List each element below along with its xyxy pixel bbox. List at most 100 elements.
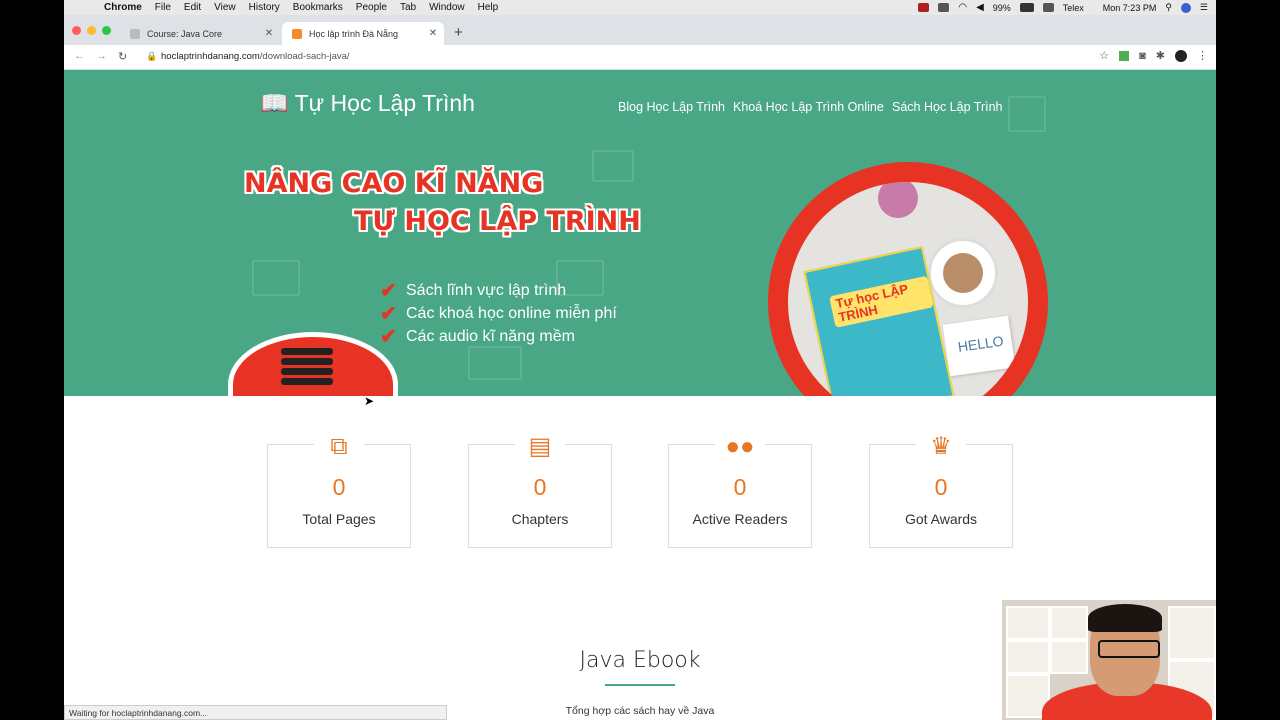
- file-text-icon: ▤: [515, 431, 565, 463]
- lock-icon[interactable]: 🔒: [146, 51, 157, 62]
- menu-kebab-icon[interactable]: ⋮: [1197, 49, 1208, 62]
- stat-label: Got Awards: [904, 511, 978, 527]
- stat-label: Chapters: [511, 511, 569, 527]
- decorative-book-icon: [252, 260, 300, 296]
- decorative-book-icon: [468, 346, 522, 380]
- menu-people[interactable]: People: [356, 2, 387, 13]
- browser-tabbar: Course: Java Core ✕ Học lập trình Đà Nẵn…: [64, 15, 1216, 45]
- stat-label: Active Readers: [692, 511, 788, 527]
- checkmark-icon: ✔: [380, 326, 397, 348]
- input-method-label[interactable]: Telex: [1063, 3, 1084, 13]
- clock[interactable]: Mon 7:23 PM: [1103, 3, 1157, 13]
- new-tab-plus-icon[interactable]: +: [454, 24, 463, 41]
- stat-value: 0: [733, 474, 747, 500]
- tab-course-java-core[interactable]: Course: Java Core ✕: [120, 22, 280, 45]
- stat-label: Total Pages: [302, 511, 376, 527]
- book-stack-icon: [281, 348, 333, 390]
- book-icon: 📖: [260, 90, 289, 116]
- battery-percent: 99%: [992, 2, 1011, 13]
- hero-image-frame: HELLO Tự học LẬP TRÌNH: [768, 162, 1048, 396]
- siri-icon[interactable]: [1180, 2, 1191, 13]
- hero-image: HELLO Tự học LẬP TRÌNH: [788, 182, 1028, 396]
- url-path: /download-sach-java/: [259, 51, 350, 62]
- wifi-icon[interactable]: ◠: [958, 2, 967, 13]
- tab-title: Course: Java Core: [147, 28, 223, 39]
- extension-icon[interactable]: [1119, 50, 1130, 61]
- menubar-status-area: ◠ ◀ 99% Telex Mon 7:23 PM ⚲ ☰: [918, 0, 1208, 15]
- notification-center-icon[interactable]: ☰: [1200, 2, 1208, 13]
- back-arrow-icon[interactable]: ←: [74, 50, 85, 62]
- stat-value: 0: [533, 474, 547, 500]
- hello-card-text: HELLO: [956, 332, 1005, 355]
- window-controls: [72, 26, 111, 35]
- hello-card: HELLO: [942, 315, 1016, 377]
- spotlight-search-icon[interactable]: ⚲: [1165, 2, 1172, 13]
- tab-close-icon[interactable]: ✕: [426, 28, 440, 39]
- browser-toolbar: ← → ↻ 🔒 hoclaptrinhdanang.com/download-s…: [64, 45, 1216, 70]
- users-icon: ●●: [715, 431, 765, 463]
- tab-favicon-icon: [130, 28, 140, 39]
- mac-menubar: Chrome File Edit View History Bookmarks …: [64, 0, 1216, 15]
- stat-card-chapters: ▤ 0 Chapters: [468, 431, 612, 548]
- hero-bullet-text: Các khoá học online miễn phí: [406, 304, 617, 322]
- nav-books[interactable]: Sách Học Lập Trình: [892, 100, 1002, 114]
- tab-hoc-lap-trinh[interactable]: Học lập trình Đà Nẵng ✕: [282, 22, 444, 45]
- decorative-book-icon: [1008, 96, 1046, 132]
- browser-status-bar: Waiting for hoclaptrinhdanang.com...: [64, 705, 447, 720]
- keyboard-icon[interactable]: [1042, 3, 1054, 12]
- hero-bullet-text: Các audio kĩ năng mềm: [406, 327, 575, 345]
- hero-headline-2: TỰ HỌC LẬP TRÌNH: [354, 206, 641, 237]
- forward-arrow-icon[interactable]: →: [96, 50, 107, 62]
- copy-icon: ⧉: [314, 431, 364, 463]
- bookmark-star-icon[interactable]: ☆: [1099, 49, 1109, 62]
- close-window-button[interactable]: [72, 26, 81, 35]
- zoom-window-button[interactable]: [102, 26, 111, 35]
- mouse-cursor-icon: ➤: [364, 394, 375, 408]
- menu-file[interactable]: File: [155, 2, 171, 13]
- stat-value: 0: [934, 474, 948, 500]
- tab-close-icon[interactable]: ✕: [262, 28, 276, 39]
- flower-decoration: [878, 182, 918, 218]
- tab-title: Học lập trình Đà Nẵng: [309, 28, 399, 39]
- docker-icon[interactable]: [938, 3, 950, 12]
- checkmark-icon: ✔: [380, 280, 397, 302]
- hero-banner: 📖 Tự Học Lập Trình Blog Học Lập Trình Kh…: [64, 70, 1216, 396]
- menu-tab[interactable]: Tab: [400, 2, 416, 13]
- menu-view[interactable]: View: [214, 2, 236, 13]
- reload-icon[interactable]: ↻: [118, 50, 127, 63]
- toolbar-icons: ☆ ◙ ✱ ⋮: [1099, 49, 1208, 62]
- profile-avatar[interactable]: [1175, 49, 1187, 62]
- nav-blog[interactable]: Blog Học Lập Trình: [618, 100, 725, 114]
- stat-card-total-pages: ⧉ 0 Total Pages: [267, 431, 411, 548]
- menu-window[interactable]: Window: [429, 2, 465, 13]
- record-icon[interactable]: [918, 3, 930, 12]
- stat-value: 0: [332, 474, 346, 500]
- hero-bullet-text: Sách lĩnh vực lập trình: [406, 281, 567, 299]
- camera-icon[interactable]: ◙: [1139, 50, 1146, 62]
- checkmark-icon: ✔: [380, 303, 397, 325]
- stat-card-awards: ♛ 0 Got Awards: [869, 431, 1013, 548]
- url-domain: hoclaptrinhdanang.com: [161, 51, 260, 62]
- coffee-cup: [928, 238, 998, 308]
- nav-online-courses[interactable]: Khoá Học Lập Trình Online: [733, 100, 884, 114]
- tab-favicon-icon: [292, 28, 302, 39]
- volume-icon[interactable]: ◀: [976, 2, 984, 13]
- menu-bookmarks[interactable]: Bookmarks: [293, 2, 343, 13]
- puzzle-extensions-icon[interactable]: ✱: [1156, 49, 1165, 62]
- menu-history[interactable]: History: [249, 2, 280, 13]
- stat-card-active-readers: ●● 0 Active Readers: [668, 431, 812, 548]
- hero-bullet: ✔ Các khoá học online miễn phí: [380, 301, 617, 326]
- site-logo[interactable]: 📖 Tự Học Lập Trình: [260, 90, 475, 117]
- minimize-window-button[interactable]: [87, 26, 96, 35]
- menu-help[interactable]: Help: [478, 2, 499, 13]
- webcam-overlay: [1002, 600, 1216, 720]
- menu-edit[interactable]: Edit: [184, 2, 201, 13]
- book-cover-title: Tự học LẬP TRÌNH: [829, 275, 934, 328]
- hero-bullet: ✔ Sách lĩnh vực lập trình: [380, 278, 566, 303]
- address-bar[interactable]: hoclaptrinhdanang.com/download-sach-java…: [161, 51, 350, 62]
- battery-icon[interactable]: [1019, 3, 1034, 12]
- trophy-icon: ♛: [916, 431, 966, 463]
- site-logo-text: Tự Học Lập Trình: [294, 90, 475, 116]
- hero-headline-1: NÂNG CAO KĨ NĂNG: [244, 168, 544, 199]
- menu-app-name[interactable]: Chrome: [104, 2, 142, 13]
